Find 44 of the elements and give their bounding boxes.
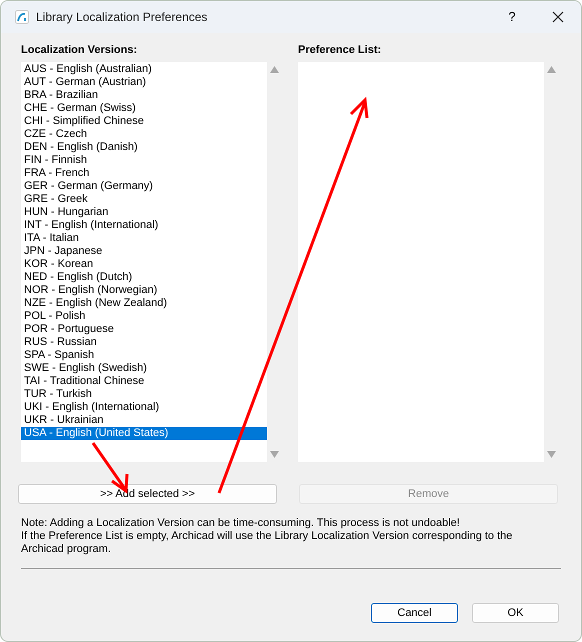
list-item[interactable]: HUN - Hungarian — [21, 206, 267, 219]
list-item[interactable]: CHE - German (Swiss) — [21, 102, 267, 115]
list-item[interactable]: GRE - Greek — [21, 193, 267, 206]
list-item[interactable]: ITA - Italian — [21, 232, 267, 245]
scroll-up-icon[interactable] — [270, 66, 278, 73]
list-item[interactable]: POR - Portuguese — [21, 323, 267, 336]
close-icon — [552, 11, 564, 23]
note-text: Note: Adding a Localization Version can be time-consuming. This process is not undoable! — [21, 517, 461, 530]
list-item[interactable]: SWE - English (Swedish) — [21, 362, 267, 375]
list-item[interactable]: JPN - Japanese — [21, 245, 267, 258]
note-text: If the Preference List is empty, Archicad will use the Library Localization Version corresponding to the Archicad program. — [21, 530, 514, 556]
list-item[interactable]: USA - English (United States) — [21, 427, 267, 440]
list-item[interactable]: AUS - English (Australian) — [21, 63, 267, 76]
list-item[interactable]: CZE - Czech — [21, 128, 267, 141]
list-item[interactable]: SPA - Spanish — [21, 349, 267, 362]
scroll-down-icon[interactable] — [270, 451, 278, 458]
scroll-down-icon[interactable] — [546, 451, 556, 458]
list-item[interactable]: INT - English (International) — [21, 219, 267, 232]
list-item[interactable]: UKI - English (International) — [21, 401, 267, 414]
window-title: Library Localization Preferences — [36, 9, 208, 26]
list-item[interactable]: FRA - French — [21, 167, 267, 180]
list-item[interactable]: TUR - Turkish — [21, 388, 267, 401]
list-item[interactable]: AUT - German (Austrian) — [21, 76, 267, 89]
list-item[interactable]: TAI - Traditional Chinese — [21, 375, 267, 388]
section-label: Localization Versions: — [21, 43, 138, 58]
help-button[interactable]: ? — [489, 1, 535, 33]
versions-list[interactable] — [21, 62, 267, 462]
dialog-button[interactable]: Cancel — [371, 603, 458, 623]
list-item[interactable]: UKR - Ukrainian — [21, 414, 267, 427]
list-item[interactable]: CHI - Simplified Chinese — [21, 115, 267, 128]
dialog-button[interactable]: OK — [472, 603, 559, 623]
section-label: Preference List: — [298, 43, 382, 58]
list-item[interactable]: NZE - English (New Zealand) — [21, 297, 267, 310]
list-item[interactable]: GER - German (Germany) — [21, 180, 267, 193]
list-item[interactable]: DEN - English (Danish) — [21, 141, 267, 154]
list-item[interactable]: KOR - Korean — [21, 258, 267, 271]
list-item[interactable]: FIN - Finnish — [21, 154, 267, 167]
list-item[interactable]: POL - Polish — [21, 310, 267, 323]
scroll-up-icon[interactable] — [546, 66, 556, 73]
list-item[interactable]: NOR - English (Norwegian) — [21, 284, 267, 297]
app-logo-icon — [15, 10, 29, 24]
list-item[interactable]: RUS - Russian — [21, 336, 267, 349]
list-item[interactable]: BRA - Brazilian — [21, 89, 267, 102]
list-item[interactable]: NED - English (Dutch) — [21, 271, 267, 284]
